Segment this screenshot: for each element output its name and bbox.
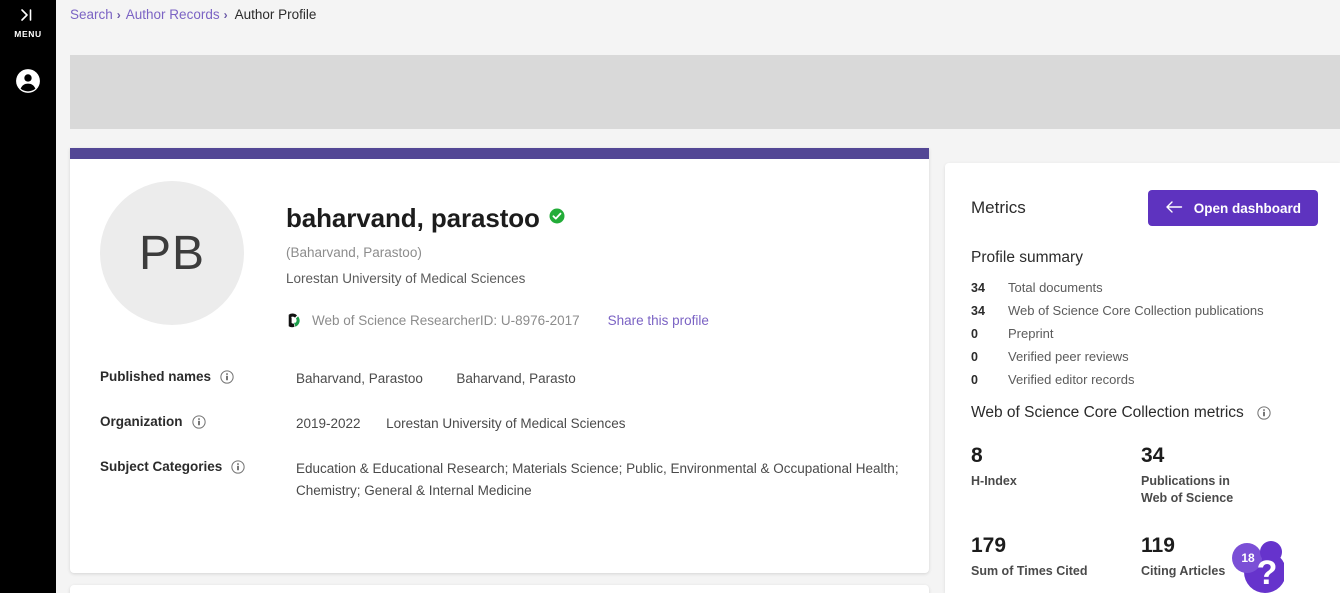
- page-title: baharvand, parastoo: [286, 203, 540, 233]
- breadcrumb-item-search[interactable]: Search: [70, 7, 113, 22]
- top-banner-placeholder: [70, 55, 1340, 129]
- breadcrumb-item-author-records[interactable]: Author Records: [126, 7, 220, 22]
- stat-publications: 34 Publications in Web of Science: [1141, 444, 1318, 507]
- list-item: 0 Preprint: [971, 326, 1318, 341]
- detail-row-organization: Organization 2019-2022 Lorestan Universi…: [100, 413, 901, 435]
- detail-label: Published names: [100, 368, 296, 384]
- breadcrumb-item-author-profile: Author Profile: [234, 7, 317, 22]
- help-badge-count: 18: [1241, 551, 1255, 565]
- author-alias: (Baharvand, Parastoo): [286, 245, 422, 260]
- avatar: PB: [100, 181, 244, 325]
- organization-name: Lorestan University of Medical Sciences: [386, 416, 626, 431]
- stat-value: 8: [971, 444, 983, 467]
- stat-value: 179: [971, 534, 1007, 557]
- subject-categories-value: Education & Educational Research; Materi…: [296, 461, 899, 498]
- summary-value: 34: [971, 281, 985, 295]
- detail-row-published-names: Published names Baharvand, Parastoo Baha…: [100, 368, 901, 390]
- left-sidebar: MENU: [0, 0, 56, 593]
- help-question-glyph: ?: [1257, 554, 1278, 592]
- info-icon[interactable]: [1257, 404, 1271, 422]
- sidebar-menu-toggle[interactable]: MENU: [14, 8, 41, 39]
- share-profile-link[interactable]: Share this profile: [608, 313, 709, 328]
- summary-label: Verified peer reviews: [1008, 349, 1129, 364]
- profile-details: Published names Baharvand, Parastoo Baha…: [100, 368, 901, 502]
- stat-sum-times-cited: 179 Sum of Times Cited: [971, 534, 1141, 580]
- content-area: Search › Author Records › Author Profile…: [56, 0, 1340, 593]
- summary-label: Verified editor records: [1008, 372, 1135, 387]
- verified-check-icon: [549, 208, 565, 229]
- researcher-id-text: Web of Science ResearcherID: U-8976-2017: [312, 313, 580, 328]
- subject-categories-label: Subject Categories: [100, 459, 223, 475]
- detail-label: Subject Categories: [100, 458, 296, 474]
- account-circle-icon[interactable]: [15, 68, 41, 99]
- detail-label: Organization: [100, 413, 296, 429]
- author-profile-page: MENU Search › Author Records › Author Pr…: [0, 0, 1340, 593]
- stat-label: H-Index: [971, 474, 1017, 488]
- detail-row-subject-categories: Subject Categories Education & Education…: [100, 458, 901, 502]
- list-item: 34 Total documents: [971, 280, 1318, 295]
- stat-label: Sum of Times Cited: [971, 564, 1088, 578]
- summary-value: 0: [971, 327, 978, 341]
- profile-header: PB baharvand, parastoo (Baharvand, Paras…: [100, 181, 901, 329]
- stat-value: 34: [1141, 444, 1165, 467]
- info-icon[interactable]: [231, 459, 245, 475]
- next-section-card: [70, 585, 929, 593]
- chevron-right-icon: ›: [223, 7, 228, 22]
- summary-label: Preprint: [1008, 326, 1054, 341]
- detail-value: Baharvand, Parastoo Baharvand, Parasto: [296, 368, 576, 390]
- metrics-title: Metrics: [971, 198, 1026, 217]
- summary-value: 0: [971, 350, 978, 364]
- list-item: 0 Verified peer reviews: [971, 349, 1318, 364]
- published-name-2: Baharvand, Parasto: [456, 371, 576, 386]
- published-names-label: Published names: [100, 369, 212, 385]
- researcher-id-row: Web of Science ResearcherID: U-8976-2017…: [286, 312, 709, 329]
- web-of-science-logo-icon: [286, 312, 303, 329]
- summary-label: Web of Science Core Collection publicati…: [1008, 303, 1264, 318]
- stat-label: Publications in Web of Science: [1141, 474, 1234, 505]
- arrow-left-icon: [1165, 200, 1183, 217]
- summary-value: 34: [971, 304, 985, 318]
- open-dashboard-button[interactable]: Open dashboard: [1147, 190, 1318, 226]
- card-accent-bar: [70, 148, 929, 159]
- organization-years: 2019-2022: [296, 416, 361, 431]
- author-profile-card: PB baharvand, parastoo (Baharvand, Paras…: [70, 148, 929, 573]
- wos-metrics-title: Web of Science Core Collection metrics: [971, 404, 1244, 421]
- organization-label: Organization: [100, 414, 183, 430]
- profile-summary-title: Profile summary: [971, 249, 1083, 266]
- published-name-1: Baharvand, Parastoo: [296, 371, 423, 386]
- list-item: 34 Web of Science Core Collection public…: [971, 303, 1318, 318]
- sidebar-menu-label: MENU: [14, 29, 42, 39]
- profile-summary-list: 34 Total documents 34 Web of Science Cor…: [971, 280, 1318, 387]
- chevron-right-icon: ›: [116, 7, 121, 22]
- help-question-icon[interactable]: 18 ?: [1221, 538, 1286, 593]
- stat-h-index: 8 H-Index: [971, 444, 1141, 507]
- expand-menu-icon: [18, 8, 38, 26]
- author-organization: Lorestan University of Medical Sciences: [286, 271, 526, 286]
- info-icon[interactable]: [191, 414, 206, 430]
- list-item: 0 Verified editor records: [971, 372, 1318, 387]
- breadcrumb: Search › Author Records › Author Profile: [56, 0, 1340, 29]
- summary-label: Total documents: [1008, 280, 1103, 295]
- summary-value: 0: [971, 373, 978, 387]
- metrics-panel: Metrics Open dashboard Profile summary 3…: [945, 163, 1340, 593]
- info-icon[interactable]: [220, 369, 234, 385]
- open-dashboard-label: Open dashboard: [1193, 200, 1301, 216]
- detail-value: 2019-2022 Lorestan University of Medical…: [296, 413, 625, 435]
